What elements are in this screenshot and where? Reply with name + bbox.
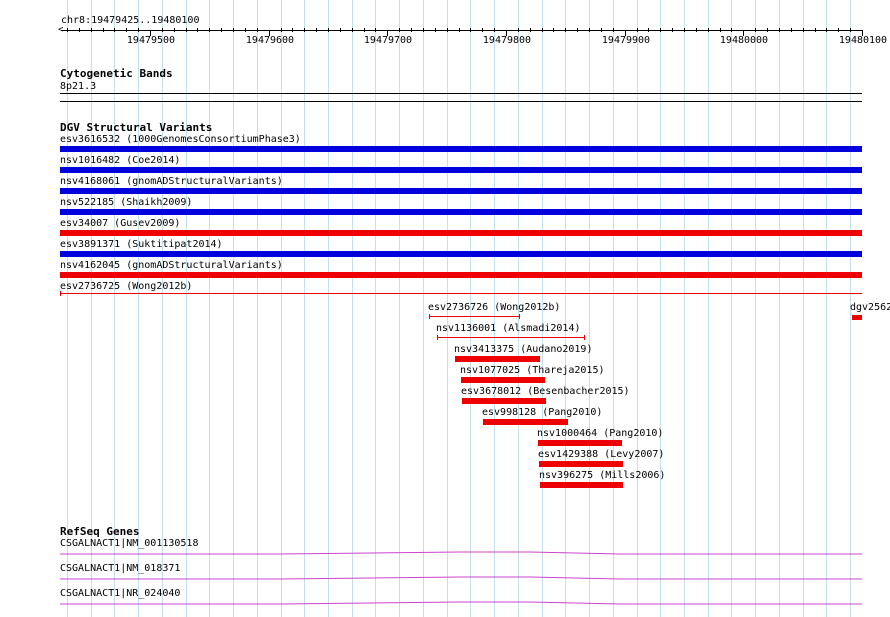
refseq-gene-line[interactable] <box>0 0 890 617</box>
